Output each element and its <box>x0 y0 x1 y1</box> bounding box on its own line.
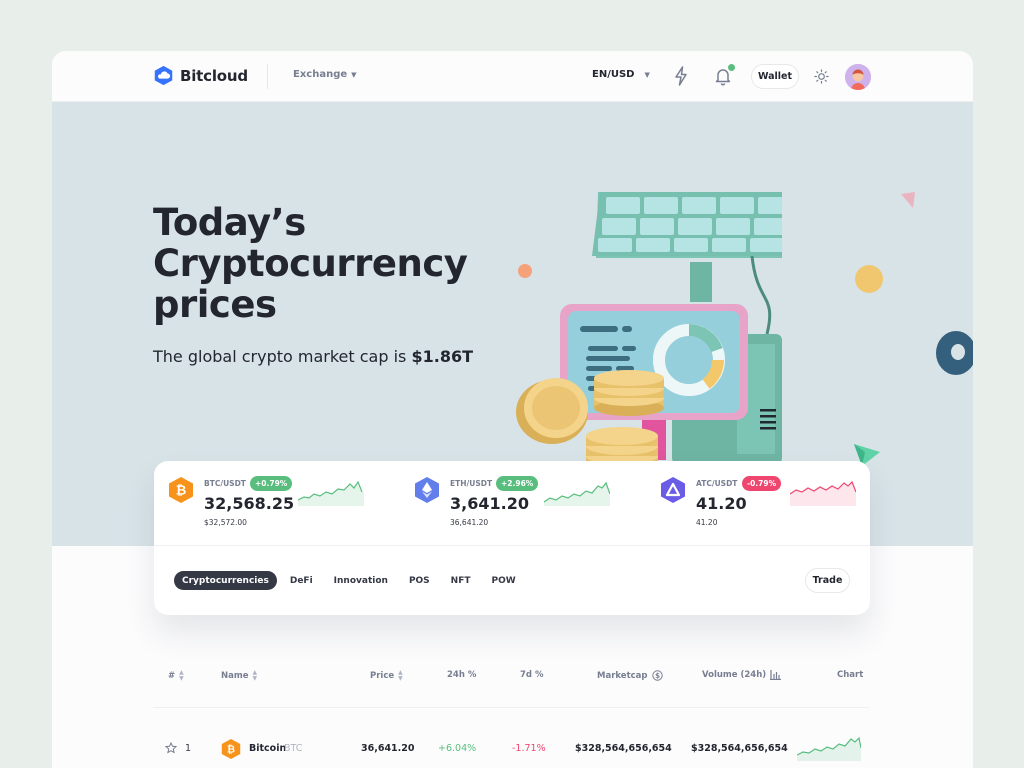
col-header-label: Chart <box>837 670 864 680</box>
ticker-price: 3,641.20 <box>450 494 529 513</box>
theme-toggle-icon[interactable] <box>814 69 829 84</box>
nav-exchange-label: Exchange <box>293 69 348 80</box>
decor-gold-ball <box>855 265 883 293</box>
bitcoin-icon: ₿ <box>169 477 193 503</box>
row-change-24h: +6.04% <box>438 743 477 754</box>
row-price: 36,641.20 <box>361 743 415 754</box>
star-icon[interactable] <box>165 742 177 754</box>
brand-name: Bitcloud <box>180 66 248 85</box>
col-header-marketcap[interactable]: Marketcap $ <box>597 670 663 681</box>
col-header-label: Volume (24h) <box>702 670 767 680</box>
top-header: Bitcloud Exchange ▼ EN/USD ▼ Wallet <box>52 51 973 102</box>
tab-pos[interactable]: POS <box>401 571 438 590</box>
tab-innovation[interactable]: Innovation <box>326 571 396 590</box>
brand-logo[interactable]: Bitcloud <box>153 65 248 86</box>
row-change-7d: -1.71% <box>512 743 546 754</box>
row-sparkline <box>797 736 861 761</box>
hero-title-line: Today’s <box>153 201 306 244</box>
ticker-eth[interactable]: ETH/USDT +2.96% 3,641.20 36,641.20 <box>414 476 644 536</box>
tab-cryptocurrencies[interactable]: Cryptocurrencies <box>174 571 277 590</box>
col-header-volume[interactable]: Volume (24h) <box>702 670 782 680</box>
header-divider <box>267 64 268 89</box>
ticker-atc[interactable]: ATC/USDT -0.79% 41.20 41.20 <box>660 476 890 536</box>
col-header-label: 24h % <box>447 670 477 680</box>
ticker-pair: BTC/USDT <box>204 479 246 488</box>
hero-subtitle-text: The global crypto market cap is <box>153 347 407 366</box>
sort-icon: ▲ ▼ <box>398 669 403 682</box>
ticker-change-badge: +0.79% <box>250 476 293 491</box>
hero-illustration <box>516 192 782 476</box>
col-header-label: # <box>168 671 176 681</box>
table-divider <box>153 707 869 708</box>
ticker-sub-price: $32,572.00 <box>204 518 247 527</box>
language-selector[interactable]: EN/USD ▼ <box>592 69 650 80</box>
bar-chart-icon <box>770 670 782 680</box>
col-header-label: Price <box>370 671 395 681</box>
col-header-label: 7d % <box>520 670 544 680</box>
decor-pink-cone <box>901 192 915 208</box>
hero-title-line: Cryptocurrency <box>153 242 468 285</box>
row-coin-symbol: BTC <box>284 743 303 754</box>
row-rank: 1 <box>185 743 192 754</box>
chevron-down-icon: ▼ <box>351 70 357 79</box>
col-header-rank[interactable]: # ▲ ▼ <box>168 670 184 682</box>
sort-icon: ▲ ▼ <box>252 669 258 682</box>
avatar[interactable] <box>845 64 871 90</box>
svg-text:₿: ₿ <box>227 743 235 755</box>
card-divider <box>154 545 870 546</box>
wallet-button[interactable]: Wallet <box>751 64 799 89</box>
col-header-label: Marketcap <box>597 670 648 681</box>
ticker-sub-price: 41.20 <box>696 518 718 527</box>
tab-pow[interactable]: POW <box>484 571 524 590</box>
ticker-pair: ETH/USDT <box>450 479 493 488</box>
col-header-name[interactable]: Name ▲ ▼ <box>221 670 257 682</box>
market-summary-card: ₿ BTC/USDT +0.79% 32,568.25 $32,572.00 E… <box>154 461 870 615</box>
lightning-icon[interactable] <box>673 66 689 86</box>
ticker-change-badge: -0.79% <box>742 476 782 491</box>
svg-text:$: $ <box>655 672 660 680</box>
col-header-chart: Chart <box>837 670 863 680</box>
ticker-btc[interactable]: ₿ BTC/USDT +0.79% 32,568.25 $32,572.00 <box>168 476 398 536</box>
bitcoin-icon: ₿ <box>221 739 241 759</box>
decor-orange-ball <box>518 264 532 278</box>
ticker-sparkline <box>790 480 856 506</box>
ticker-change-badge: +2.96% <box>496 476 539 491</box>
row-marketcap: $328,564,656,654 <box>575 743 672 754</box>
row-volume: $328,564,656,654 <box>691 743 788 754</box>
col-header-price[interactable]: Price ▲ ▼ <box>370 670 403 682</box>
ticker-sparkline <box>544 481 610 506</box>
trade-button[interactable]: Trade <box>805 568 850 593</box>
info-icon: $ <box>651 670 663 681</box>
language-label: EN/USD <box>592 69 635 80</box>
ticker-sparkline <box>298 480 364 506</box>
ethereum-icon <box>415 477 439 503</box>
market-cap-value: $1.86T <box>411 347 473 366</box>
tab-nft[interactable]: NFT <box>443 571 479 590</box>
col-header-24h[interactable]: 24h % <box>447 670 476 680</box>
ticker-pair: ATC/USDT <box>696 479 738 488</box>
col-header-7d[interactable]: 7d % <box>520 670 543 680</box>
col-header-label: Name <box>221 671 249 681</box>
tab-defi[interactable]: DeFi <box>282 571 321 590</box>
logo-icon <box>154 65 173 86</box>
page-frame: Bitcloud Exchange ▼ EN/USD ▼ Wallet Toda… <box>52 51 973 768</box>
svg-text:₿: ₿ <box>176 484 187 499</box>
nav-exchange[interactable]: Exchange ▼ <box>293 69 357 80</box>
hero-subtitle: The global crypto market cap is $1.86T <box>153 347 473 366</box>
chevron-down-icon: ▼ <box>644 70 650 79</box>
hero-title: Today’s Cryptocurrency prices <box>153 201 468 326</box>
sort-icon: ▲ ▼ <box>179 669 184 682</box>
ticker-price: 32,568.25 <box>204 494 295 513</box>
ticker-sub-price: 36,641.20 <box>450 518 489 527</box>
ticker-price: 41.20 <box>696 494 747 513</box>
row-coin-name: Bitcoin <box>249 743 287 754</box>
notification-dot <box>728 64 735 71</box>
category-tabs: Cryptocurrencies DeFi Innovation POS NFT… <box>174 571 524 590</box>
hero-title-line: prices <box>153 283 277 326</box>
atc-coin-icon <box>661 477 685 503</box>
decor-blue-ring <box>936 331 973 375</box>
avatar-image <box>845 64 871 90</box>
